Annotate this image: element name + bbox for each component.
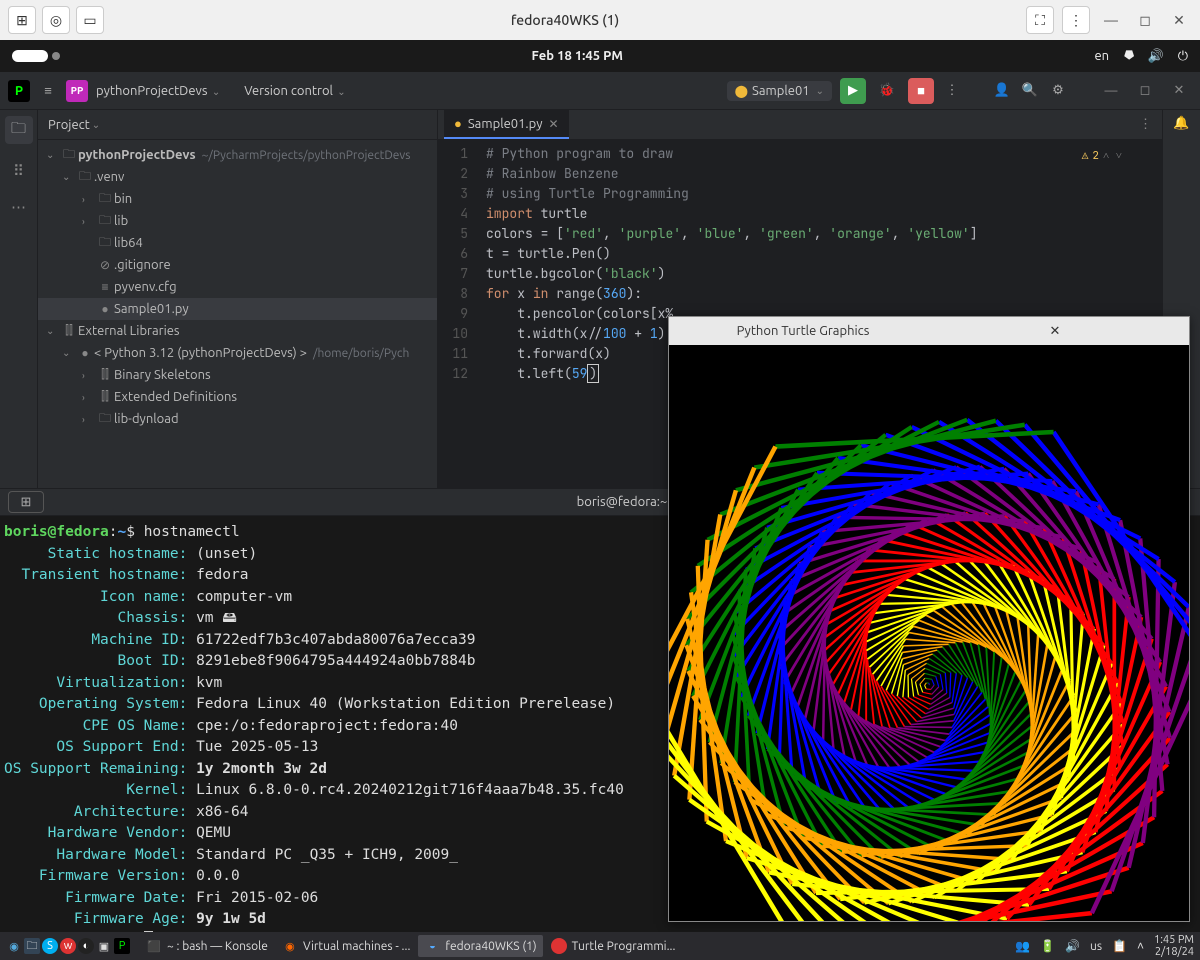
project-panel: Project ⌄ ⌄🗀pythonProjectDevs~/PycharmPr… bbox=[38, 110, 438, 488]
fullscreen-icon[interactable]: ⛶ bbox=[1026, 6, 1054, 34]
stop-button[interactable]: ■ bbox=[908, 78, 934, 104]
turtle-titlebar: Python Turtle Graphics ✕ bbox=[669, 317, 1189, 345]
tree-gitignore[interactable]: ⊘.gitignore bbox=[38, 254, 437, 276]
more-tool-icon[interactable]: ⋯ bbox=[11, 198, 26, 216]
tray-clipboard-icon[interactable]: 📋 bbox=[1112, 939, 1127, 953]
pycharm-logo-icon: P bbox=[8, 80, 30, 102]
search-icon[interactable]: 🔍 bbox=[1020, 81, 1040, 101]
project-name[interactable]: pythonProjectDevs bbox=[96, 84, 208, 98]
python-icon: ● bbox=[454, 116, 462, 131]
project-tree[interactable]: ⌄🗀pythonProjectDevs~/PycharmProjects/pyt… bbox=[38, 140, 437, 488]
chevron-down-icon: ⌄ bbox=[92, 119, 100, 131]
tree-lib64[interactable]: 🗀lib64 bbox=[38, 232, 437, 254]
turtle-window-title: Python Turtle Graphics bbox=[677, 324, 929, 338]
vm-window-titlebar: ⊞ ◎ ▭ fedora40WKS (1) ⛶ ⋮ — ◻ ✕ bbox=[0, 0, 1200, 40]
terminal-new-tab-icon[interactable]: ⊞ bbox=[8, 491, 44, 513]
plasma-icon[interactable]: ◉ bbox=[6, 938, 22, 954]
kebab-icon[interactable]: ⋮ bbox=[1062, 6, 1090, 34]
python-icon: ⬤ bbox=[735, 84, 748, 98]
chevron-down-icon[interactable]: ⌄ bbox=[210, 86, 221, 97]
editor-tabbar: ● Sample01.py ✕ ⋮ bbox=[438, 110, 1162, 140]
tree-lib[interactable]: ›🗀lib bbox=[38, 210, 437, 232]
run-config-selector[interactable]: ⬤ Sample01 ⌄ bbox=[727, 81, 832, 101]
gnome-clock[interactable]: Feb 18 1:45 PM bbox=[60, 49, 1095, 63]
task-turtle[interactable]: Turtle Programmi... bbox=[545, 935, 682, 957]
tray-battery-icon[interactable]: 🔋 bbox=[1040, 939, 1055, 953]
disc-icon[interactable]: ◎ bbox=[42, 6, 70, 34]
user-icon[interactable]: 👤 bbox=[992, 81, 1012, 101]
tree-pyvenv[interactable]: ≡pyvenv.cfg bbox=[38, 276, 437, 298]
line-gutter: 123456789101112 bbox=[438, 140, 478, 488]
tree-sample01[interactable]: ●Sample01.py bbox=[38, 298, 437, 320]
workspace-dot[interactable] bbox=[52, 52, 60, 60]
hamburger-icon[interactable]: ≡ bbox=[38, 81, 58, 101]
task-konsole[interactable]: ⬛~ : bash — Konsole bbox=[140, 935, 274, 957]
tree-bin[interactable]: ›🗀bin bbox=[38, 188, 437, 210]
ide-toolbar: P ≡ PP pythonProjectDevs ⌄ Version contr… bbox=[0, 72, 1200, 110]
host-clock[interactable]: 1:45 PM 2/18/24 bbox=[1154, 934, 1194, 958]
tree-venv[interactable]: ⌄🗀.venv bbox=[38, 166, 437, 188]
run-config-name: Sample01 bbox=[752, 84, 810, 98]
gnome-lang[interactable]: en bbox=[1095, 49, 1110, 63]
pycharm-icon[interactable]: P bbox=[114, 938, 130, 954]
tree-bin-skel[interactable]: ›⫿⫿Binary Skeletons bbox=[38, 364, 437, 386]
tree-ext-lib[interactable]: ⌄⫿⫿External Libraries bbox=[38, 320, 437, 342]
terminal-icon[interactable]: ▣ bbox=[96, 938, 112, 954]
tree-lib-dyn[interactable]: ›🗀lib-dynload bbox=[38, 408, 437, 430]
activities-pill[interactable] bbox=[12, 50, 48, 62]
project-panel-header[interactable]: Project ⌄ bbox=[38, 110, 437, 140]
task-virtual-machines[interactable]: ◉Virtual machines - ... bbox=[276, 935, 416, 957]
maximize-icon[interactable]: ◻ bbox=[1132, 7, 1158, 33]
structure-tool-icon[interactable]: ⠿ bbox=[13, 162, 24, 180]
version-control[interactable]: Version control bbox=[244, 84, 333, 98]
turtle-window[interactable]: Python Turtle Graphics ✕ bbox=[668, 316, 1190, 922]
obs-icon[interactable]: ◐ bbox=[78, 938, 94, 954]
tree-python-env[interactable]: ⌄●< Python 3.12 (pythonProjectDevs) >/ho… bbox=[38, 342, 437, 364]
minimize-icon[interactable]: — bbox=[1098, 7, 1124, 33]
close-icon[interactable]: ✕ bbox=[1166, 7, 1192, 33]
display-icon[interactable]: ▭ bbox=[76, 6, 104, 34]
turtle-close-icon[interactable]: ✕ bbox=[929, 324, 1181, 339]
project-badge: PP bbox=[66, 80, 88, 102]
tray-volume-icon[interactable]: 🔊 bbox=[1065, 939, 1080, 953]
warnings-badge[interactable]: ⚠ 2 ˄ ˅ bbox=[1082, 146, 1122, 166]
project-tool-icon[interactable]: 🗀 bbox=[5, 116, 33, 144]
gnome-top-bar: Feb 18 1:45 PM en ⯂ 🔊 ⏻ bbox=[0, 40, 1200, 72]
settings-icon[interactable]: ⚙ bbox=[1048, 81, 1068, 101]
files-icon[interactable]: 🗀 bbox=[24, 938, 40, 954]
more-icon[interactable]: ⋮ bbox=[942, 81, 962, 101]
run-button[interactable]: ▶ bbox=[840, 78, 866, 104]
tray-chevron-icon[interactable]: ˄ bbox=[1137, 939, 1144, 953]
volume-icon[interactable]: 🔊 bbox=[1148, 49, 1164, 64]
tree-ext-def[interactable]: ›⫿⫿Extended Definitions bbox=[38, 386, 437, 408]
power-icon[interactable]: ⏻ bbox=[1178, 49, 1188, 64]
debug-button[interactable]: 🐞 bbox=[874, 78, 900, 104]
app-icon[interactable]: w bbox=[60, 938, 76, 954]
ide-minimize-icon[interactable]: — bbox=[1098, 78, 1124, 104]
tab-label: Sample01.py bbox=[468, 117, 543, 131]
ide-maximize-icon[interactable]: ◻ bbox=[1132, 78, 1158, 104]
turtle-canvas bbox=[669, 345, 1189, 921]
notifications-icon[interactable]: 🔔 bbox=[1173, 116, 1189, 131]
grid-icon[interactable]: ⊞ bbox=[8, 6, 36, 34]
tab-kebab-icon[interactable]: ⋮ bbox=[1139, 117, 1162, 132]
tab-close-icon[interactable]: ✕ bbox=[548, 117, 558, 131]
skype-icon[interactable]: S bbox=[42, 938, 58, 954]
tray-keyboard[interactable]: us bbox=[1090, 940, 1102, 953]
ide-close-icon[interactable]: ✕ bbox=[1166, 78, 1192, 104]
tray-user-icon[interactable]: 👥 bbox=[1015, 939, 1030, 953]
tab-sample01[interactable]: ● Sample01.py ✕ bbox=[444, 110, 569, 139]
network-icon[interactable]: ⯂ bbox=[1123, 49, 1133, 64]
vm-window-title: fedora40WKS (1) bbox=[110, 12, 1020, 28]
ide-left-toolstrip: 🗀 ⠿ ⋯ bbox=[0, 110, 38, 488]
tree-root[interactable]: ⌄🗀pythonProjectDevs~/PycharmProjects/pyt… bbox=[38, 144, 437, 166]
task-fedora40wks[interactable]: ◒fedora40WKS (1) bbox=[418, 935, 542, 957]
host-taskbar: ◉ 🗀 S w ◐ ▣ P ⬛~ : bash — Konsole ◉Virtu… bbox=[0, 932, 1200, 960]
